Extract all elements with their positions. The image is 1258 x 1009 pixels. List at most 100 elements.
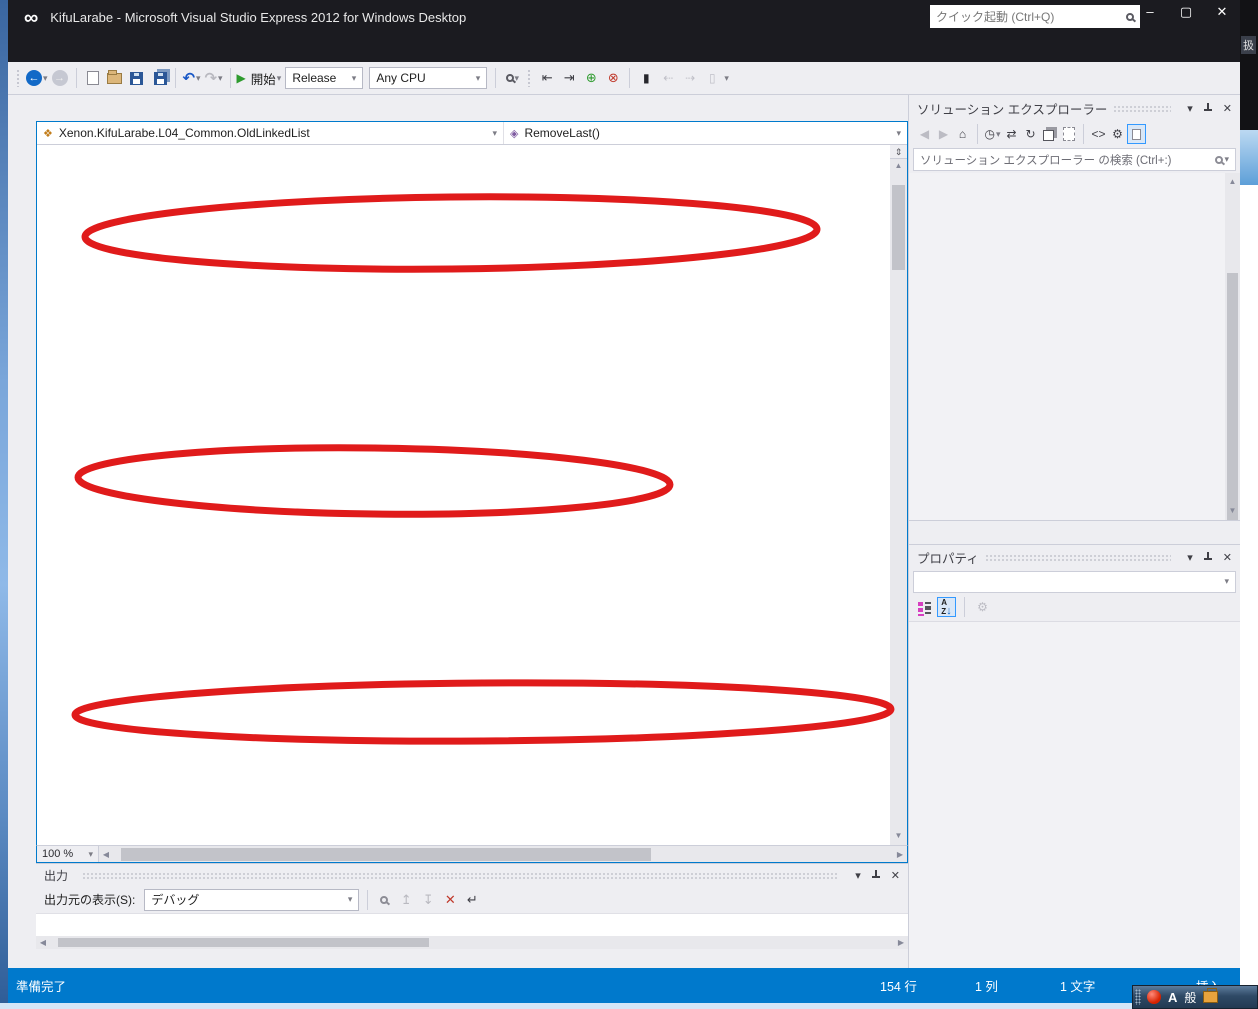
toolbar-overflow-icon[interactable]: ▾	[724, 73, 729, 84]
clear-all-output-button[interactable]: ✕	[440, 889, 460, 911]
scrollbar-thumb[interactable]	[1227, 273, 1238, 520]
sync-with-active-document-button[interactable]: ⇄	[1002, 124, 1021, 144]
class-icon: ❖	[43, 127, 53, 140]
close-icon[interactable]: ✕	[1223, 102, 1232, 115]
increase-indent-button[interactable]: ⇥	[559, 67, 579, 89]
decrease-indent-button[interactable]: ⇤	[537, 67, 557, 89]
window-position-icon[interactable]: ▾	[1187, 102, 1193, 115]
toolbar-grip[interactable]	[527, 69, 533, 87]
toggle-bookmark-button[interactable]: ▮	[636, 67, 656, 89]
start-debug-button[interactable]: ▶ 開始 ▾	[237, 67, 282, 89]
desktop-edge	[0, 0, 8, 1009]
next-bookmark-button[interactable]: ⇢	[680, 67, 700, 89]
code-editor[interactable]: ⇕ ▲ ▼	[37, 145, 907, 845]
editor-split-handle[interactable]: ⇕	[890, 145, 907, 159]
minimize-button[interactable]: –	[1140, 4, 1160, 20]
open-file-button[interactable]	[105, 67, 125, 89]
type-dropdown[interactable]: ❖ Xenon.KifuLarabe.L04_Common.OldLinkedL…	[37, 122, 504, 144]
solution-explorer-search-input[interactable]: ソリューション エクスプローラー の検索 (Ctrl+:) ▾	[913, 148, 1236, 171]
pin-icon[interactable]	[1203, 103, 1213, 113]
save-all-button[interactable]	[149, 67, 169, 89]
scroll-up-arrow[interactable]: ▲	[895, 159, 903, 173]
scrollbar-thumb[interactable]	[121, 848, 652, 861]
find-in-files-button[interactable]: ▾	[502, 67, 522, 89]
toggle-word-wrap-button[interactable]: ↵	[462, 889, 482, 911]
scroll-left-arrow[interactable]: ◀	[36, 938, 50, 947]
scrollbar-thumb[interactable]	[58, 938, 430, 947]
output-panel-header: 出力 ▾ ✕	[36, 864, 908, 886]
window-position-icon[interactable]: ▾	[1187, 551, 1193, 564]
visual-studio-window: ∞ KifuLarabe - Microsoft Visual Studio E…	[8, 0, 1240, 1003]
uncomment-lines-button[interactable]: ⊗	[603, 67, 623, 89]
scroll-up-arrow[interactable]: ▲	[1225, 175, 1240, 189]
property-pages-button[interactable]: ⚙	[973, 597, 992, 617]
preview-selected-items-button[interactable]	[1127, 124, 1146, 144]
output-horizontal-scrollbar[interactable]: ◀ ▶	[36, 936, 908, 949]
redo-button[interactable]: ↷ ▾	[204, 67, 224, 89]
save-button[interactable]	[127, 67, 147, 89]
solution-configuration-select[interactable]: Release ▾	[285, 67, 364, 89]
navigate-backward-button[interactable]: ← ▾	[26, 67, 48, 89]
pin-icon[interactable]	[1203, 552, 1213, 562]
forward-button[interactable]: ▶	[934, 124, 953, 144]
maximize-button[interactable]: ▢	[1176, 4, 1196, 20]
properties-empty-area	[909, 621, 1240, 968]
scrollbar-thumb[interactable]	[892, 185, 905, 270]
play-icon: ▶	[236, 71, 246, 85]
ime-drag-handle[interactable]	[1135, 989, 1141, 1005]
tree-vertical-scrollbar[interactable]: ▲ ▼	[1225, 173, 1240, 520]
alphabetical-sort-button[interactable]: A Z↓	[937, 597, 956, 617]
previous-bookmark-button[interactable]: ⇠	[658, 67, 678, 89]
editor-zoom-select[interactable]: 100 % ▾	[37, 846, 99, 862]
properties-object-select[interactable]: ▾	[913, 570, 1236, 593]
refresh-button[interactable]: ↻	[1021, 124, 1040, 144]
view-code-button[interactable]: <>	[1089, 124, 1108, 144]
solution-explorer-header: ソリューション エクスプローラー ▾ ✕	[909, 95, 1240, 121]
undo-button[interactable]: ↶ ▾	[182, 67, 202, 89]
solution-explorer-tree: ▲ ▼	[909, 173, 1240, 520]
properties-title: プロパティ	[917, 551, 979, 566]
window-position-icon[interactable]: ▾	[855, 869, 861, 882]
scroll-down-arrow[interactable]: ▼	[895, 829, 903, 843]
output-source-select[interactable]: デバッグ ▾	[144, 888, 360, 911]
close-button[interactable]: ✕	[1212, 4, 1232, 20]
new-file-button[interactable]	[83, 67, 103, 89]
scroll-right-arrow[interactable]: ▶	[894, 938, 908, 947]
tool-tab-data-sources[interactable]	[8, 99, 20, 119]
find-message-button[interactable]	[374, 889, 394, 911]
comment-lines-button[interactable]: ⊕	[581, 67, 601, 89]
toolbar-grip[interactable]	[16, 69, 21, 87]
next-message-button[interactable]: ↧	[418, 889, 438, 911]
home-icon[interactable]: ⌂	[953, 124, 972, 144]
ime-input-mode-button[interactable]: A	[1168, 990, 1177, 1005]
close-icon[interactable]: ✕	[891, 869, 900, 882]
clear-bookmarks-button[interactable]: ▯	[702, 67, 722, 89]
scroll-down-arrow[interactable]: ▼	[1225, 504, 1240, 518]
collapse-all-button[interactable]	[1040, 124, 1059, 144]
pin-icon[interactable]	[871, 870, 881, 880]
output-text-area[interactable]	[36, 913, 908, 936]
pending-changes-filter-button[interactable]: ◷ ▾	[983, 124, 1002, 144]
editor-horizontal-scroll-row: 100 % ▾ ◀ ▶	[36, 845, 908, 863]
ime-status-icon[interactable]	[1147, 990, 1161, 1004]
solution-platform-select[interactable]: Any CPU ▾	[369, 67, 488, 89]
back-button[interactable]: ◀	[915, 124, 934, 144]
member-dropdown[interactable]: ◈ RemoveLast() ▾	[504, 122, 907, 144]
status-column-number: 1 列	[975, 980, 998, 994]
navigate-forward-button[interactable]: →	[50, 67, 70, 89]
categorized-view-button[interactable]	[915, 597, 934, 617]
scroll-left-arrow[interactable]: ◀	[99, 850, 113, 859]
ime-toolbox-icon[interactable]	[1203, 988, 1219, 1003]
navigation-bar: ❖ Xenon.KifuLarabe.L04_Common.OldLinkedL…	[37, 122, 907, 145]
ime-conversion-mode-button[interactable]: 般	[1184, 989, 1196, 1006]
background-window-title-fragment: 扱	[1241, 36, 1256, 54]
close-icon[interactable]: ✕	[1223, 551, 1232, 564]
editor-vertical-scrollbar[interactable]: ⇕ ▲ ▼	[890, 145, 907, 845]
properties-button[interactable]: ⚙	[1108, 124, 1127, 144]
scroll-right-arrow[interactable]: ▶	[893, 850, 907, 859]
show-all-files-button[interactable]	[1059, 124, 1078, 144]
quick-launch-input[interactable]: クイック起動 (Ctrl+Q)	[930, 5, 1140, 28]
tool-tab-toolbox[interactable]	[8, 119, 20, 139]
type-dropdown-value: Xenon.KifuLarabe.L04_Common.OldLinkedLis…	[58, 126, 310, 140]
previous-message-button[interactable]: ↥	[396, 889, 416, 911]
